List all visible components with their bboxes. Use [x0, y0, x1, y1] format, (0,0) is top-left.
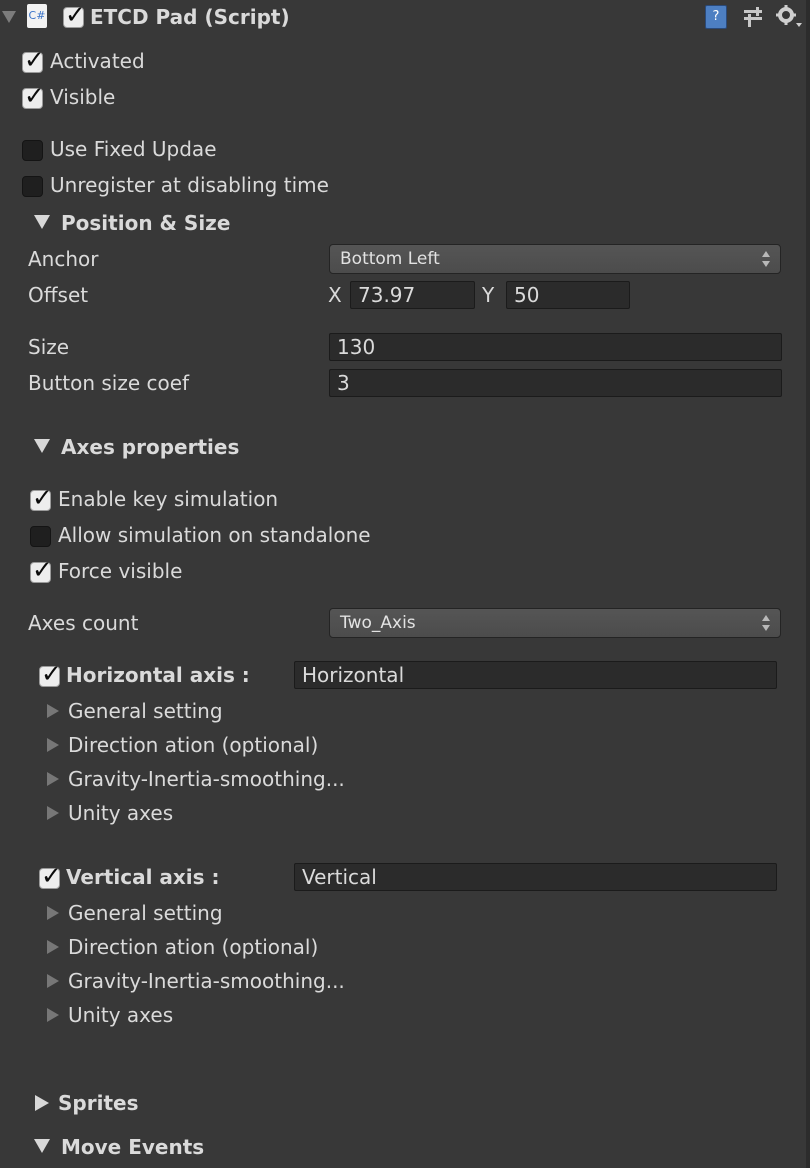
checkmark-icon: ✓ — [24, 81, 45, 110]
foldout-right-icon[interactable] — [47, 906, 59, 920]
move-events-section-title[interactable]: Move Events — [61, 1134, 204, 1160]
offset-x-label: X — [328, 283, 342, 307]
anchor-dropdown[interactable]: Bottom Left — [329, 244, 781, 274]
foldout-right-icon[interactable] — [47, 940, 59, 954]
position-size-foldout-icon[interactable] — [34, 215, 50, 229]
horizontal-general-setting[interactable]: General setting — [68, 698, 223, 724]
allow-simulation-standalone-label: Allow simulation on standalone — [58, 523, 371, 547]
foldout-down-icon[interactable] — [2, 11, 16, 23]
foldout-right-icon[interactable] — [47, 806, 59, 820]
horizontal-axis-label: Horizontal axis : — [66, 663, 250, 687]
checkmark-icon: ✓ — [24, 45, 45, 74]
sprites-section-title[interactable]: Sprites — [58, 1090, 138, 1116]
component-enabled-checkbox[interactable]: ✓ — [63, 2, 86, 28]
vertical-direction-action[interactable]: Direction ation (optional) — [68, 934, 318, 960]
anchor-dropdown-value: Bottom Left — [340, 249, 440, 269]
allow-simulation-standalone-checkbox[interactable] — [30, 526, 51, 547]
force-visible-checkbox[interactable]: ✓ — [30, 557, 53, 583]
offset-y-label: Y — [482, 283, 495, 307]
updown-arrows-icon — [762, 615, 770, 631]
vertical-general-setting[interactable]: General setting — [68, 900, 223, 926]
checkmark-icon: ✓ — [32, 555, 53, 584]
vertical-unity-axes[interactable]: Unity axes — [68, 1002, 173, 1028]
vertical-axis-label: Vertical axis : — [66, 865, 220, 889]
axes-properties-title[interactable]: Axes properties — [61, 434, 239, 460]
offset-x-input[interactable]: 73.97 — [350, 281, 475, 309]
axes-count-label: Axes count — [28, 611, 139, 635]
button-size-coef-input[interactable]: 3 — [329, 369, 782, 397]
gear-icon[interactable] — [775, 4, 803, 30]
size-label: Size — [28, 335, 70, 359]
force-visible-label: Force visible — [58, 559, 183, 583]
foldout-right-icon[interactable] — [47, 772, 59, 786]
updown-arrows-icon — [762, 251, 770, 267]
checkmark-icon: ✓ — [65, 0, 86, 29]
vertical-axis-name-input[interactable]: Vertical — [294, 863, 777, 891]
unregister-checkbox[interactable] — [22, 176, 43, 197]
visible-label: Visible — [50, 85, 116, 109]
enable-key-simulation-label: Enable key simulation — [58, 487, 279, 511]
horizontal-axis-checkbox[interactable]: ✓ — [39, 661, 62, 687]
component-title: ETCD Pad (Script) — [90, 5, 290, 29]
activated-label: Activated — [50, 49, 145, 73]
activated-checkbox[interactable]: ✓ — [22, 47, 45, 73]
scrollbar-edge[interactable] — [806, 0, 810, 1168]
horizontal-direction-action[interactable]: Direction ation (optional) — [68, 732, 318, 758]
horizontal-unity-axes[interactable]: Unity axes — [68, 800, 173, 826]
horizontal-axis-name-input[interactable]: Horizontal — [294, 661, 777, 689]
sprites-foldout-icon[interactable] — [35, 1095, 49, 1111]
foldout-right-icon[interactable] — [47, 738, 59, 752]
sliders-icon[interactable] — [742, 6, 764, 28]
component-header: C# ✓ ETCD Pad (Script) ? — [0, 0, 810, 38]
checkmark-icon: ✓ — [32, 483, 53, 512]
axes-properties-foldout-icon[interactable] — [34, 439, 50, 453]
foldout-right-icon[interactable] — [47, 1008, 59, 1022]
checkmark-icon: ✓ — [41, 659, 62, 688]
offset-y-input[interactable]: 50 — [506, 281, 630, 309]
foldout-right-icon[interactable] — [47, 974, 59, 988]
checkmark-icon: ✓ — [41, 861, 62, 890]
axes-count-dropdown[interactable]: Two_Axis — [329, 608, 781, 638]
horizontal-gravity-inertia[interactable]: Gravity-Inertia-smoothing... — [68, 766, 345, 792]
use-fixed-update-label: Use Fixed Updae — [50, 137, 217, 161]
foldout-right-icon[interactable] — [47, 704, 59, 718]
vertical-axis-checkbox[interactable]: ✓ — [39, 863, 62, 889]
script-icon-label: C# — [28, 9, 46, 22]
anchor-label: Anchor — [28, 247, 99, 271]
move-events-foldout-icon[interactable] — [34, 1139, 50, 1153]
unregister-label: Unregister at disabling time — [50, 173, 329, 197]
enable-key-simulation-checkbox[interactable]: ✓ — [30, 485, 53, 511]
offset-label: Offset — [28, 283, 89, 307]
csharp-script-icon: C# — [27, 4, 47, 28]
vertical-gravity-inertia[interactable]: Gravity-Inertia-smoothing... — [68, 968, 345, 994]
button-size-coef-label: Button size coef — [28, 371, 190, 395]
position-size-title[interactable]: Position & Size — [61, 210, 230, 236]
help-book-icon[interactable]: ? — [705, 5, 727, 29]
size-input[interactable]: 130 — [329, 333, 782, 361]
visible-checkbox[interactable]: ✓ — [22, 83, 45, 109]
axes-count-dropdown-value: Two_Axis — [340, 613, 416, 633]
use-fixed-update-checkbox[interactable] — [22, 140, 43, 161]
